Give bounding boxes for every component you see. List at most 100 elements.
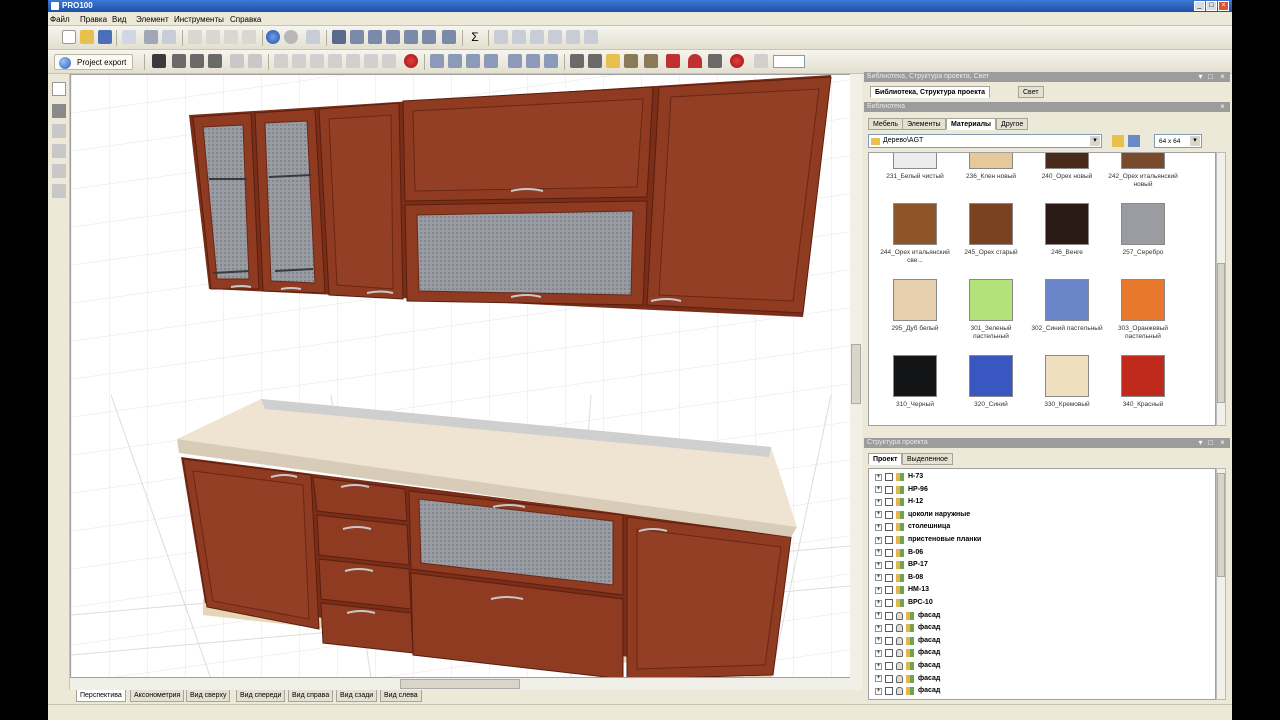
- visibility-checkbox[interactable]: [885, 586, 893, 595]
- tab-front-view[interactable]: Вид спереди: [236, 690, 286, 702]
- expand-icon[interactable]: +: [875, 586, 882, 594]
- viewport-horizontal-scrollbar[interactable]: [70, 678, 862, 690]
- drawer-icon[interactable]: [466, 54, 480, 68]
- expand-icon[interactable]: +: [875, 637, 882, 645]
- project-tree-scrollbar[interactable]: [1216, 468, 1226, 700]
- chevron-down-icon[interactable]: ▾: [1190, 136, 1200, 146]
- material-item[interactable]: 231_Белый чистый: [877, 153, 953, 203]
- print-preview-icon[interactable]: [162, 30, 176, 44]
- visibility-checkbox[interactable]: [885, 611, 893, 620]
- material-red-icon[interactable]: [666, 54, 680, 68]
- material-item[interactable]: 340_Красный: [1105, 355, 1181, 425]
- back-panel-icon[interactable]: [526, 54, 540, 68]
- tab-light[interactable]: Свет: [1018, 86, 1044, 98]
- material-item[interactable]: 330_Кремовый: [1029, 355, 1105, 425]
- visibility-checkbox[interactable]: [885, 485, 893, 494]
- visibility-checkbox[interactable]: [885, 510, 893, 519]
- material-item[interactable]: 301_Зеленый пастельный: [953, 279, 1029, 355]
- expand-icon[interactable]: +: [875, 612, 882, 620]
- tree-item[interactable]: + фасад: [875, 610, 940, 623]
- box-icon[interactable]: [430, 54, 444, 68]
- menu-edit[interactable]: Правка: [80, 15, 107, 24]
- rotate-icon[interactable]: [190, 54, 204, 68]
- new-file-icon[interactable]: [62, 30, 76, 44]
- plus-icon[interactable]: [346, 54, 360, 68]
- chevron-down-icon[interactable]: ▾: [1090, 136, 1100, 146]
- sum-icon[interactable]: Σ: [468, 30, 482, 44]
- material-item[interactable]: 245_Орех старый: [953, 203, 1029, 279]
- tab-right-view[interactable]: Вид справа: [288, 690, 334, 702]
- tree-item[interactable]: + НМ-13: [875, 584, 929, 597]
- scale-icon[interactable]: [208, 54, 222, 68]
- cut-icon[interactable]: [188, 30, 202, 44]
- tree-item[interactable]: + Н-12: [875, 496, 923, 509]
- tab-left-view[interactable]: Вид слева: [380, 690, 422, 702]
- tree-item[interactable]: + фасад: [875, 660, 940, 673]
- lock-icon[interactable]: [896, 674, 903, 683]
- visibility-checkbox[interactable]: [885, 636, 893, 645]
- align-icon[interactable]: [494, 30, 508, 44]
- expand-icon[interactable]: +: [875, 561, 882, 569]
- view-left-icon[interactable]: [404, 30, 418, 44]
- visibility-checkbox[interactable]: [885, 599, 893, 607]
- tree-item[interactable]: + столешница: [875, 521, 950, 534]
- lock-icon[interactable]: [896, 687, 903, 696]
- menu-element[interactable]: Элемент: [136, 15, 169, 24]
- paste-icon[interactable]: [224, 30, 238, 44]
- maximize-button[interactable]: □: [1206, 1, 1217, 11]
- open-folder-icon[interactable]: [80, 30, 94, 44]
- snap-edge-icon[interactable]: [248, 54, 262, 68]
- orbit-icon[interactable]: [52, 124, 66, 138]
- tab-top-view[interactable]: Вид сверху: [186, 690, 231, 702]
- view-back-icon[interactable]: [386, 30, 400, 44]
- pan-icon[interactable]: [52, 144, 66, 158]
- measure-icon[interactable]: [570, 54, 584, 68]
- grid-icon[interactable]: [152, 54, 166, 68]
- tab-library-structure[interactable]: Библиотека, Структура проекта: [870, 86, 991, 98]
- lock-icon[interactable]: [896, 662, 903, 670]
- expand-icon[interactable]: +: [875, 624, 882, 632]
- pointer-icon[interactable]: [52, 82, 66, 96]
- lock-icon[interactable]: [896, 624, 903, 633]
- expand-icon[interactable]: +: [875, 511, 882, 519]
- expand-icon[interactable]: +: [875, 662, 882, 670]
- view-right-icon[interactable]: [422, 30, 436, 44]
- light-bulb-icon[interactable]: [606, 54, 620, 68]
- tree-item[interactable]: + цоколи наружные: [875, 509, 970, 522]
- cube-icon[interactable]: [306, 30, 320, 44]
- menu-view[interactable]: Вид: [112, 15, 126, 24]
- minus-icon[interactable]: [364, 54, 378, 68]
- align-bottom-icon[interactable]: [566, 30, 580, 44]
- connect-icon[interactable]: [708, 54, 722, 68]
- tab-elements[interactable]: Элементы: [902, 118, 946, 130]
- move-icon[interactable]: [172, 54, 186, 68]
- visibility-checkbox[interactable]: [885, 561, 893, 570]
- view-front-icon[interactable]: [332, 30, 346, 44]
- expand-icon[interactable]: +: [875, 536, 882, 544]
- record-icon[interactable]: [730, 54, 744, 68]
- view-top-icon[interactable]: [350, 30, 364, 44]
- export-icon[interactable]: [122, 30, 136, 44]
- material-item[interactable]: 236_Клен новый: [953, 153, 1029, 203]
- library-path-select[interactable]: Дерево\AGT ▾: [868, 134, 1102, 148]
- align-left-icon[interactable]: [512, 30, 526, 44]
- tree-item[interactable]: + В-08: [875, 572, 923, 585]
- align-top-icon[interactable]: [548, 30, 562, 44]
- visibility-checkbox[interactable]: [885, 473, 893, 481]
- tab-selected[interactable]: Выделенное: [902, 453, 953, 465]
- plinth-icon[interactable]: [544, 54, 558, 68]
- brush-icon[interactable]: [588, 54, 602, 68]
- rotate-cw-icon[interactable]: [382, 54, 396, 68]
- tree-item[interactable]: + фасад: [875, 685, 940, 698]
- render-icon[interactable]: [284, 30, 298, 44]
- visibility-checkbox[interactable]: [885, 649, 893, 658]
- fit-icon[interactable]: [52, 184, 66, 198]
- texture-icon[interactable]: [624, 54, 638, 68]
- project-export-button[interactable]: Project export: [54, 54, 134, 70]
- expand-icon[interactable]: +: [875, 498, 882, 506]
- visibility-checkbox[interactable]: [885, 624, 893, 633]
- close-button[interactable]: ×: [1218, 1, 1229, 11]
- viewport-vertical-scrollbar[interactable]: [850, 74, 862, 678]
- menu-help[interactable]: Справка: [230, 15, 261, 24]
- tree-item[interactable]: + Н-73: [875, 471, 923, 484]
